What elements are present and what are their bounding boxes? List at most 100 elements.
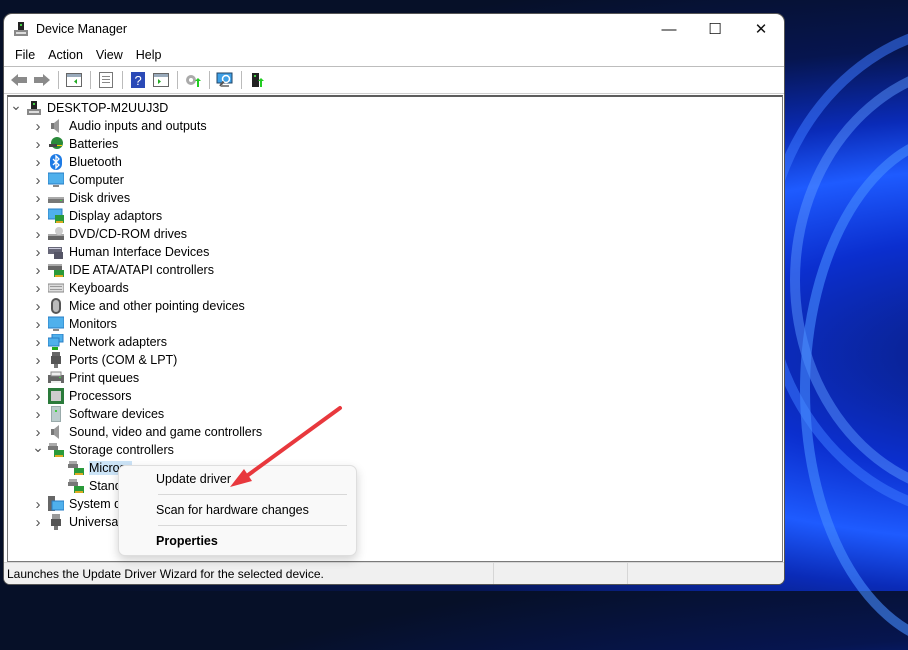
chevron-right-icon[interactable]: › xyxy=(32,352,44,369)
tree-category-item[interactable]: › IDE ATA/ATAPI controllers xyxy=(32,261,214,279)
tree-root-computer[interactable]: ⌄ DESKTOP-M2UUJ3D xyxy=(10,98,168,117)
computer-icon xyxy=(47,172,65,188)
tree-category-item[interactable]: › Print queues xyxy=(32,369,140,387)
tree-category-item[interactable]: › Processors xyxy=(32,387,132,405)
tree-category-item[interactable]: › System d xyxy=(32,495,122,513)
tree-category-item[interactable]: › Batteries xyxy=(32,135,119,153)
tree-item-label: Print queues xyxy=(69,371,140,385)
tree-category-item[interactable]: › DVD/CD-ROM drives xyxy=(32,225,188,243)
tree-category-item[interactable]: › Disk drives xyxy=(32,189,131,207)
tree-item-label: Mice and other pointing devices xyxy=(69,299,245,313)
toolbar-separator xyxy=(209,71,210,89)
minimize-button[interactable]: — xyxy=(646,14,692,44)
chevron-right-icon[interactable]: › xyxy=(32,370,44,387)
battery-icon xyxy=(48,136,64,152)
chevron-down-icon[interactable]: ⌄ xyxy=(32,440,44,454)
maximize-button[interactable]: ☐ xyxy=(692,14,738,44)
device-manager-icon xyxy=(13,21,29,37)
status-pane xyxy=(627,563,761,584)
context-menu-separator xyxy=(158,494,347,495)
chevron-right-icon[interactable]: › xyxy=(32,388,44,405)
tree-category-item[interactable]: › Bluetooth xyxy=(32,153,122,171)
forward-icon[interactable] xyxy=(31,70,53,90)
printer-icon xyxy=(48,370,64,386)
tree-category-item[interactable]: › Audio inputs and outputs xyxy=(32,117,207,135)
chevron-right-icon[interactable]: › xyxy=(32,136,44,153)
toolbar-separator xyxy=(122,71,123,89)
chevron-right-icon[interactable]: › xyxy=(32,118,44,135)
tree-category-item[interactable]: ⌄ Storage controllers xyxy=(32,440,174,459)
disk-drive-icon xyxy=(48,190,64,206)
chevron-right-icon[interactable]: › xyxy=(32,280,44,297)
tree-category-item[interactable]: › Monitors xyxy=(32,315,117,333)
back-icon[interactable] xyxy=(8,70,30,90)
menu-view[interactable]: View xyxy=(91,48,131,62)
dvd-drive-icon xyxy=(48,226,64,242)
tree-category-item[interactable]: › Mice and other pointing devices xyxy=(32,297,245,315)
menu-file[interactable]: File xyxy=(10,48,43,62)
add-legacy-hardware-icon[interactable] xyxy=(246,70,268,90)
close-button[interactable]: ✕ xyxy=(738,14,784,44)
chevron-right-icon[interactable]: › xyxy=(32,172,44,189)
tree-item-label: DVD/CD-ROM drives xyxy=(69,227,188,241)
speaker-icon xyxy=(48,424,64,440)
scan-hardware-icon[interactable] xyxy=(214,70,236,90)
menu-action[interactable]: Action xyxy=(43,48,91,62)
tree-item-label: Stand xyxy=(89,479,122,493)
tree-item-label: Computer xyxy=(69,173,124,187)
tree-category-item[interactable]: › Human Interface Devices xyxy=(32,243,210,261)
title-bar[interactable]: Device Manager — ☐ ✕ xyxy=(4,14,784,44)
ide-controller-icon xyxy=(48,262,64,278)
chevron-right-icon[interactable]: › xyxy=(32,226,44,243)
tree-item-label: Disk drives xyxy=(69,191,131,205)
chevron-right-icon[interactable]: › xyxy=(32,154,44,171)
hid-icon xyxy=(48,244,64,260)
chevron-right-icon[interactable]: › xyxy=(32,190,44,207)
tree-item-label: Keyboards xyxy=(69,281,129,295)
status-bar: Launches the Update Driver Wizard for th… xyxy=(4,562,784,584)
tree-category-item[interactable]: › Software devices xyxy=(32,405,165,423)
usb-icon xyxy=(48,514,64,530)
monitor-icon xyxy=(47,316,65,332)
tree-item-label: Bluetooth xyxy=(69,155,122,169)
storage-controller-icon xyxy=(68,478,84,494)
network-adapter-icon xyxy=(47,333,64,350)
context-menu-scan-hardware[interactable]: Scan for hardware changes xyxy=(156,503,309,517)
tree-item-label: System d xyxy=(69,497,122,511)
context-menu-update-driver[interactable]: Update driver xyxy=(156,472,231,486)
menu-bar: File Action View Help xyxy=(4,44,784,67)
show-hide-console-tree-icon[interactable] xyxy=(63,70,85,90)
tree-category-item[interactable]: › Computer xyxy=(32,171,124,189)
menu-help[interactable]: Help xyxy=(131,48,170,62)
chevron-right-icon[interactable]: › xyxy=(32,514,44,531)
chevron-right-icon[interactable]: › xyxy=(32,208,44,225)
keyboard-icon xyxy=(47,280,65,296)
properties-icon[interactable] xyxy=(95,70,117,90)
toolbar-separator xyxy=(58,71,59,89)
chevron-right-icon[interactable]: › xyxy=(32,244,44,261)
update-driver-icon[interactable] xyxy=(182,70,204,90)
display-adapter-icon xyxy=(47,208,64,224)
tree-category-item[interactable]: › Universal xyxy=(32,513,122,531)
chevron-right-icon[interactable]: › xyxy=(32,424,44,441)
chevron-right-icon[interactable]: › xyxy=(32,406,44,423)
chevron-right-icon[interactable]: › xyxy=(32,298,44,315)
chevron-right-icon[interactable]: › xyxy=(32,334,44,351)
tree-category-item[interactable]: › Keyboards xyxy=(32,279,129,297)
chevron-right-icon[interactable]: › xyxy=(32,496,44,513)
show-action-pane-icon[interactable] xyxy=(150,70,172,90)
tree-item-label: Ports (COM & LPT) xyxy=(69,353,178,367)
chevron-right-icon[interactable]: › xyxy=(32,316,44,333)
tree-category-item[interactable]: › Display adaptors xyxy=(32,207,163,225)
toolbar-separator xyxy=(241,71,242,89)
tree-category-item[interactable]: › Sound, video and game controllers xyxy=(32,423,263,441)
tree-category-item[interactable]: › Network adapters xyxy=(32,333,167,351)
tree-category-item[interactable]: › Ports (COM & LPT) xyxy=(32,351,178,369)
tree-item-label: Display adaptors xyxy=(69,209,163,223)
chevron-down-icon[interactable]: ⌄ xyxy=(10,98,22,112)
context-menu-properties[interactable]: Properties xyxy=(156,534,218,548)
chevron-right-icon[interactable]: › xyxy=(32,262,44,279)
mouse-icon xyxy=(48,298,64,314)
help-icon[interactable]: ? xyxy=(127,70,149,90)
tree-device-item[interactable]: Stand xyxy=(52,477,122,495)
